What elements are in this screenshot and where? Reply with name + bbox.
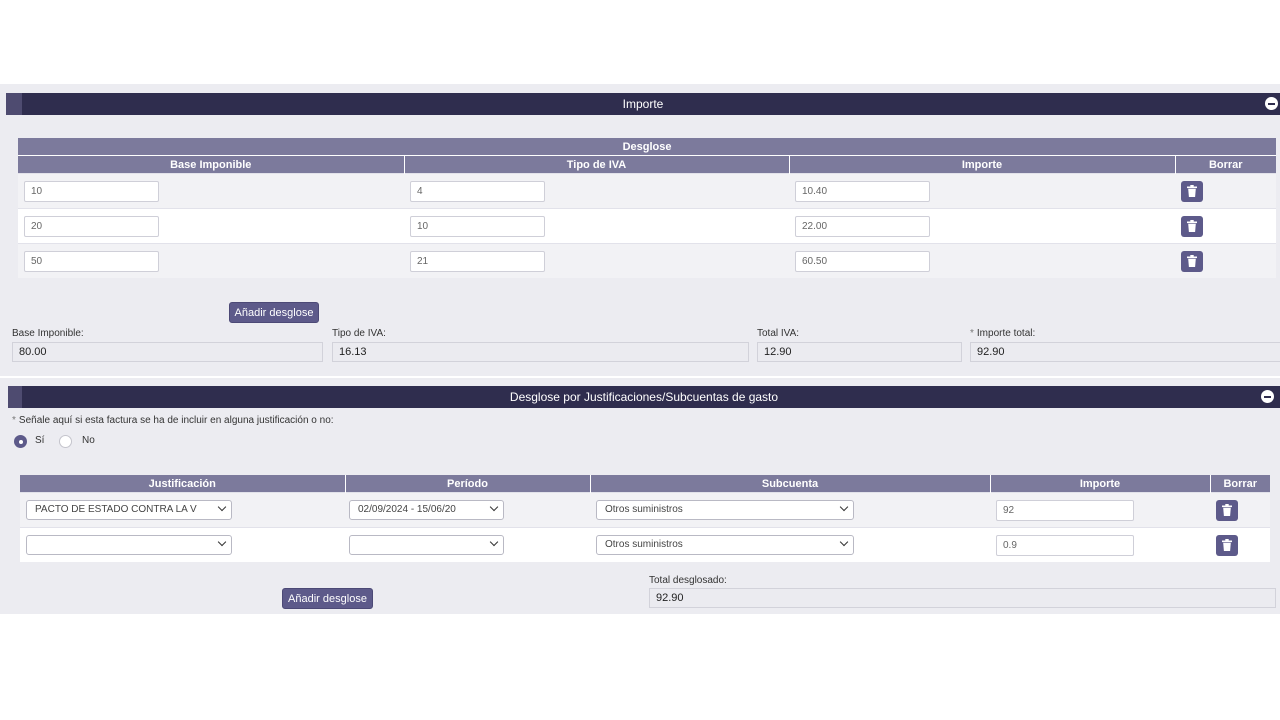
periodo-select[interactable] <box>349 535 504 555</box>
column-header-borrar: Borrar <box>1174 155 1277 174</box>
total-desglosado-value: 92.90 <box>649 588 1276 608</box>
periodo-select[interactable]: 02/09/2024 - 15/06/20 <box>349 500 504 520</box>
column-header-justificacion: Justificación <box>20 475 345 493</box>
periodo-value: 02/09/2024 - 15/06/20 <box>358 504 456 515</box>
delete-row-button[interactable] <box>1216 534 1238 556</box>
table-row: PACTO DE ESTADO CONTRA LA V 02/09/2024 -… <box>20 492 1270 528</box>
tipo-iva-input[interactable]: 10 <box>410 215 545 237</box>
minus-circle-icon[interactable] <box>1265 97 1278 110</box>
importe-panel: Importe Desglose Base Imponible Tipo de … <box>0 84 1280 376</box>
column-header-importe: Importe <box>788 155 1175 174</box>
trash-icon <box>1187 184 1197 197</box>
base-imponible-input[interactable]: 20 <box>24 215 159 237</box>
inclusion-question: * Señale aquí si esta factura se ha de in… <box>12 415 334 426</box>
justificaciones-table: Justificación Período Subcuenta Importe … <box>20 475 1270 562</box>
importe-input[interactable]: 92 <box>996 499 1134 521</box>
total-desglosado-label: Total desglosado: <box>649 575 727 586</box>
column-header-subcuenta: Subcuenta <box>589 475 990 493</box>
radio-si[interactable] <box>14 435 27 448</box>
table-row: 50 21 60.50 <box>18 243 1277 278</box>
justificaciones-section-header: Desglose por Justificaciones/Subcuentas … <box>8 386 1280 408</box>
chevron-down-icon <box>489 537 499 547</box>
chevron-down-icon <box>217 537 227 547</box>
delete-row-button[interactable] <box>1216 499 1238 521</box>
radio-no[interactable] <box>59 435 72 448</box>
importe-input[interactable]: 0.9 <box>996 534 1134 556</box>
required-mark: * <box>970 328 974 339</box>
chevron-down-icon <box>839 502 849 512</box>
justificacion-select[interactable] <box>26 535 232 555</box>
justificacion-value: PACTO DE ESTADO CONTRA LA V <box>35 504 197 515</box>
table-row: 10 4 10.40 <box>18 173 1277 209</box>
radio-si-label: Sí <box>35 435 45 446</box>
importe-total-value: 92.90 <box>970 342 1280 362</box>
importe-input[interactable]: 10.40 <box>795 180 930 202</box>
subcuenta-select[interactable]: Otros suministros <box>596 500 854 520</box>
justificaciones-header-title: Desglose por Justificaciones/Subcuentas … <box>509 390 779 404</box>
tipo-iva-total: 16.13 <box>332 342 749 362</box>
importe-total-label-text: Importe total: <box>976 328 1036 339</box>
tipo-iva-input[interactable]: 21 <box>410 250 545 272</box>
header-tab <box>6 93 22 115</box>
base-imponible-input[interactable]: 50 <box>24 250 159 272</box>
trash-icon <box>1222 503 1232 516</box>
total-iva-value: 12.90 <box>757 342 962 362</box>
trash-icon <box>1222 538 1232 551</box>
minus-circle-icon[interactable] <box>1261 390 1274 403</box>
subcuenta-value: Otros suministros <box>605 539 683 550</box>
tipo-iva-input[interactable]: 4 <box>410 180 545 202</box>
add-desglose-button[interactable]: Añadir desglose <box>229 302 319 323</box>
header-tab <box>8 386 22 408</box>
delete-row-button[interactable] <box>1181 250 1203 272</box>
chevron-down-icon <box>217 502 227 512</box>
column-header-base: Base Imponible <box>18 155 404 174</box>
column-header-borrar: Borrar <box>1209 475 1270 493</box>
required-mark: * <box>12 415 16 426</box>
trash-icon <box>1187 254 1197 267</box>
importe-input[interactable]: 22.00 <box>795 215 930 237</box>
importe-section-header: Importe <box>6 93 1280 115</box>
table-row: 20 10 22.00 <box>18 208 1277 244</box>
subcuenta-value: Otros suministros <box>605 504 683 515</box>
radio-no-label: No <box>82 435 95 446</box>
desglose-table: Desglose Base Imponible Tipo de IVA Impo… <box>18 138 1277 278</box>
importe-header-title: Importe <box>622 97 664 111</box>
trash-icon <box>1187 219 1197 232</box>
chevron-down-icon <box>489 502 499 512</box>
add-desglose-button[interactable]: Añadir desglose <box>282 588 373 609</box>
base-imponible-total: 80.00 <box>12 342 323 362</box>
column-header-importe: Importe <box>989 475 1210 493</box>
table-row: Otros suministros 0.9 <box>20 527 1270 562</box>
column-header-tipo: Tipo de IVA <box>403 155 789 174</box>
tipo-iva-label: Tipo de IVA: <box>332 328 386 339</box>
justificaciones-panel: Desglose por Justificaciones/Subcuentas … <box>0 378 1280 614</box>
importe-total-label: * Importe total: <box>970 328 1035 339</box>
base-imponible-input[interactable]: 10 <box>24 180 159 202</box>
base-imponible-label: Base Imponible: <box>12 328 84 339</box>
delete-row-button[interactable] <box>1181 180 1203 202</box>
total-iva-label: Total IVA: <box>757 328 800 339</box>
column-header-periodo: Período <box>344 475 590 493</box>
delete-row-button[interactable] <box>1181 215 1203 237</box>
chevron-down-icon <box>839 537 849 547</box>
desglose-title: Desglose <box>18 138 1277 156</box>
importe-input[interactable]: 60.50 <box>795 250 930 272</box>
justificacion-select[interactable]: PACTO DE ESTADO CONTRA LA V <box>26 500 232 520</box>
inclusion-question-text: Señale aquí si esta factura se ha de inc… <box>18 415 334 426</box>
subcuenta-select[interactable]: Otros suministros <box>596 535 854 555</box>
